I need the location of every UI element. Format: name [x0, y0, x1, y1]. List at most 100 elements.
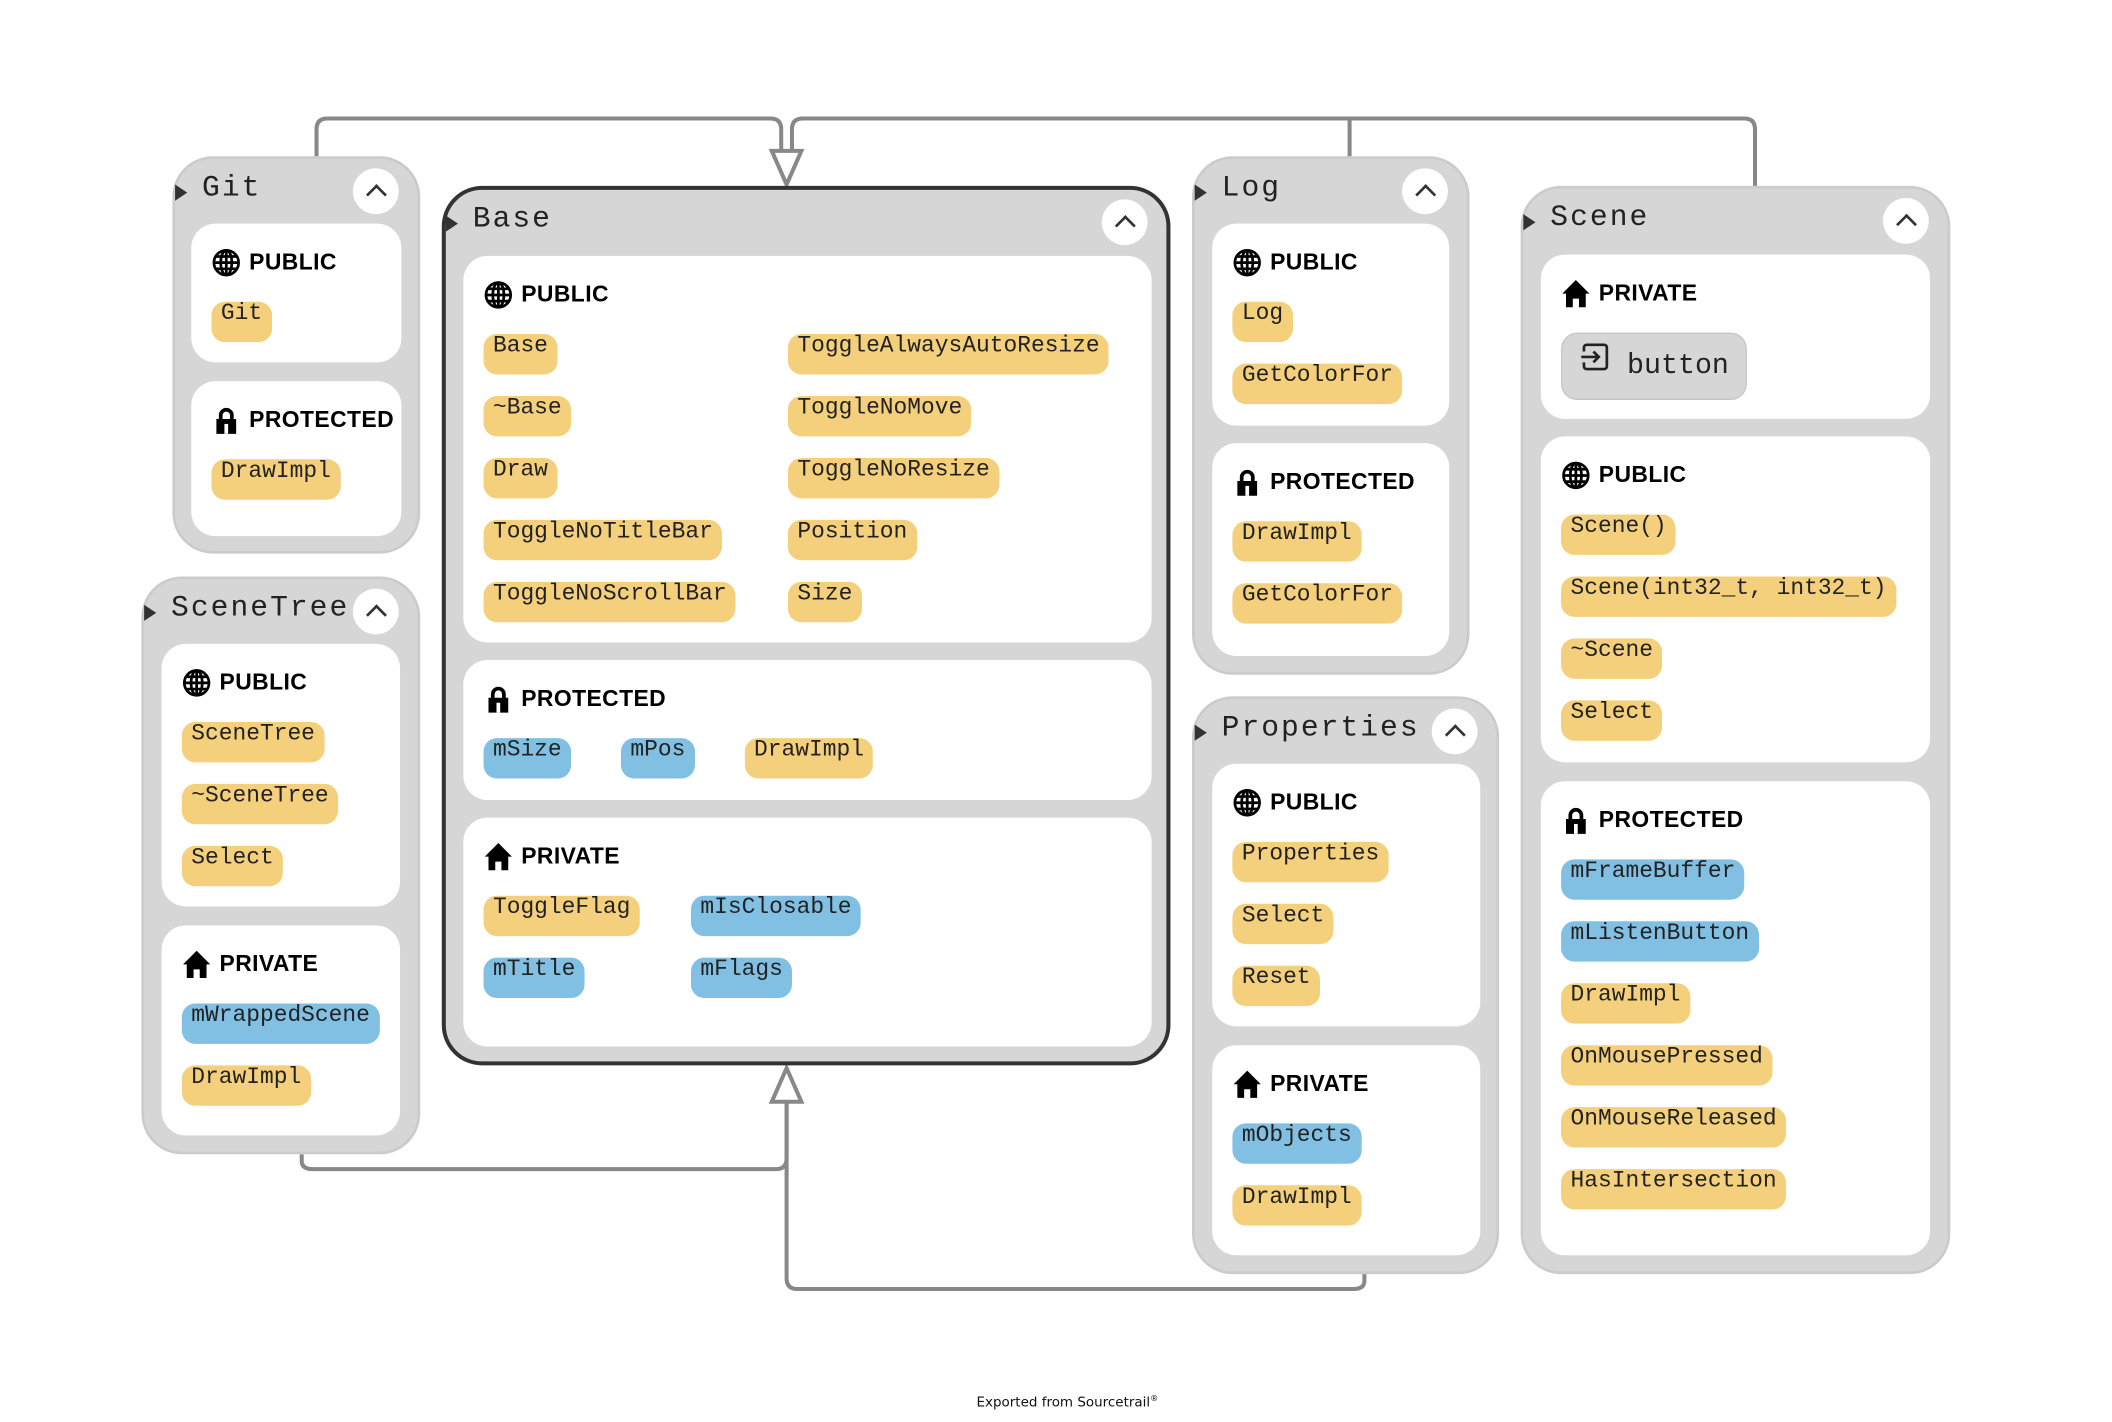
expand-caret-icon[interactable]: [445, 215, 458, 232]
member-function[interactable]: ToggleFlag: [483, 895, 640, 937]
section-label: PRIVATE: [1270, 1070, 1369, 1097]
globe-icon: [1232, 248, 1262, 278]
member-name: GetColorFor: [1241, 363, 1393, 390]
section-header: PUBLIC: [484, 277, 609, 312]
member-function[interactable]: Base: [483, 334, 558, 375]
node-header[interactable]: Git: [175, 159, 417, 224]
member-function[interactable]: ToggleNoResize: [787, 457, 1000, 499]
section-header: PUBLIC: [1232, 245, 1357, 280]
node-header[interactable]: SceneTree: [144, 579, 417, 644]
member-variable[interactable]: mObjects: [1232, 1123, 1362, 1164]
member-function[interactable]: DrawImpl: [1561, 983, 1690, 1024]
member-function[interactable]: Properties: [1232, 841, 1389, 883]
section-label: PROTECTED: [1270, 468, 1415, 495]
member-function[interactable]: Position: [787, 519, 917, 561]
member-variable[interactable]: mTitle: [483, 957, 585, 999]
class-node-properties[interactable]: Properties PUBLIC Properties Select Reset PRI…: [1192, 696, 1500, 1275]
member-function[interactable]: Log: [1232, 301, 1293, 343]
member-variable[interactable]: mFrameBuffer: [1561, 859, 1745, 900]
collapse-button[interactable]: [1882, 197, 1929, 244]
class-node-scenetree[interactable]: SceneTree PUBLIC SceneTree ~SceneTree Select…: [141, 576, 421, 1155]
member-function[interactable]: OnMousePressed: [1561, 1045, 1773, 1086]
member-function[interactable]: DrawImpl: [211, 459, 341, 500]
expand-caret-icon[interactable]: [144, 604, 157, 621]
member-function[interactable]: Reset: [1232, 965, 1320, 1007]
node-header[interactable]: Base: [445, 190, 1167, 255]
member-function[interactable]: ToggleNoScrollBar: [483, 581, 736, 623]
member-variable[interactable]: mWrappedScene: [181, 1003, 380, 1044]
expand-caret-icon[interactable]: [1194, 184, 1207, 201]
member-function[interactable]: DrawImpl: [1232, 521, 1362, 562]
member-function[interactable]: OnMouseReleased: [1561, 1107, 1787, 1148]
class-node-scene[interactable]: Scene PRIVATE button PUBLIC Scene() Scene(int…: [1520, 185, 1951, 1275]
member-function[interactable]: SceneTree: [181, 721, 325, 763]
home-icon: [484, 842, 514, 872]
member-function[interactable]: ~Base: [483, 395, 572, 437]
node-header[interactable]: Properties: [1194, 699, 1497, 764]
collapse-button[interactable]: [352, 168, 399, 215]
member-name: ToggleNoMove: [797, 395, 963, 422]
collapse-button[interactable]: [1402, 168, 1448, 215]
member-variable[interactable]: mListenButton: [1561, 921, 1759, 962]
member-function[interactable]: Scene(): [1561, 514, 1677, 555]
member-variable[interactable]: mFlags: [690, 957, 793, 999]
section-label: PROTECTED: [1598, 806, 1744, 833]
footer-text: Exported from Sourcetrail: [976, 1395, 1151, 1411]
member-function[interactable]: HasIntersection: [1561, 1169, 1787, 1210]
member-name: mIsClosable: [700, 895, 852, 922]
member-function[interactable]: ~Scene: [1561, 638, 1663, 679]
section-header: PRIVATE: [1232, 1067, 1368, 1102]
member-variable[interactable]: mSize: [483, 738, 572, 779]
member-name: ~SceneTree: [191, 783, 329, 810]
collapse-button[interactable]: [352, 588, 399, 635]
member-function[interactable]: Select: [1561, 700, 1663, 741]
class-node-base[interactable]: Base PUBLIC Base ToggleAlwaysAutoResize ~Bas…: [441, 185, 1171, 1066]
member-function[interactable]: ToggleNoMove: [787, 395, 972, 437]
member-list: Git: [211, 301, 272, 343]
class-node-log[interactable]: Log PUBLIC Log GetColorFor PROTECTED DrawImpl…: [1192, 156, 1470, 675]
member-function[interactable]: Git: [211, 301, 272, 343]
member-function[interactable]: GetColorFor: [1232, 583, 1403, 624]
section-header: PROTECTED: [1561, 803, 1744, 838]
section-header: PROTECTED: [1232, 465, 1415, 500]
member-function[interactable]: Size: [787, 581, 862, 623]
lock-icon: [484, 684, 514, 714]
member-name: ~Base: [492, 395, 562, 422]
member-function[interactable]: Scene(int32_t, int32_t): [1561, 576, 1896, 617]
member-list: ToggleFlag mIsClosable mTitle mFlags: [483, 895, 861, 999]
expand-caret-icon[interactable]: [1523, 214, 1536, 231]
member-function[interactable]: ToggleAlwaysAutoResize: [787, 334, 1110, 375]
member-function[interactable]: ~SceneTree: [181, 783, 339, 825]
member-list: Scene() Scene(int32_t, int32_t) ~Scene Sele…: [1561, 514, 1896, 741]
class-node-git[interactable]: Git PUBLIC Git PROTECTED DrawImpl: [172, 156, 421, 554]
member-child[interactable]: button: [1561, 332, 1747, 401]
member-variable[interactable]: mIsClosable: [690, 895, 861, 937]
member-name: Git: [220, 301, 263, 328]
node-header[interactable]: Scene: [1523, 189, 1947, 254]
member-name: DrawImpl: [754, 738, 864, 764]
graph-canvas[interactable]: Git PUBLIC Git PROTECTED DrawImpl SceneTree PU…: [0, 0, 2112, 1422]
expand-caret-icon[interactable]: [1194, 724, 1207, 741]
member-function[interactable]: Select: [181, 845, 284, 887]
member-function[interactable]: GetColorFor: [1232, 363, 1403, 405]
member-function[interactable]: ToggleNoTitleBar: [483, 519, 723, 561]
node-header[interactable]: Log: [1194, 159, 1467, 224]
member-name: mFlags: [700, 957, 783, 984]
member-function[interactable]: DrawImpl: [181, 1065, 311, 1106]
member-name: DrawImpl: [1241, 1185, 1352, 1211]
member-function[interactable]: Draw: [483, 457, 558, 499]
expand-caret-icon[interactable]: [175, 184, 188, 201]
member-function[interactable]: DrawImpl: [1232, 1185, 1362, 1226]
edge-git-to-base: [314, 116, 784, 157]
member-name: Select: [1570, 700, 1653, 726]
node-title: Git: [202, 171, 262, 205]
section-header: PROTECTED: [211, 403, 394, 438]
member-variable[interactable]: mPos: [620, 738, 695, 779]
member-function[interactable]: DrawImpl: [744, 738, 874, 779]
collapse-button[interactable]: [1101, 199, 1148, 246]
member-list: SceneTree ~SceneTree Select: [181, 721, 339, 887]
member-name: ToggleNoTitleBar: [492, 519, 713, 546]
collapse-button[interactable]: [1431, 708, 1478, 755]
section-private: PRIVATE button: [1540, 254, 1931, 419]
member-function[interactable]: Select: [1232, 903, 1334, 945]
